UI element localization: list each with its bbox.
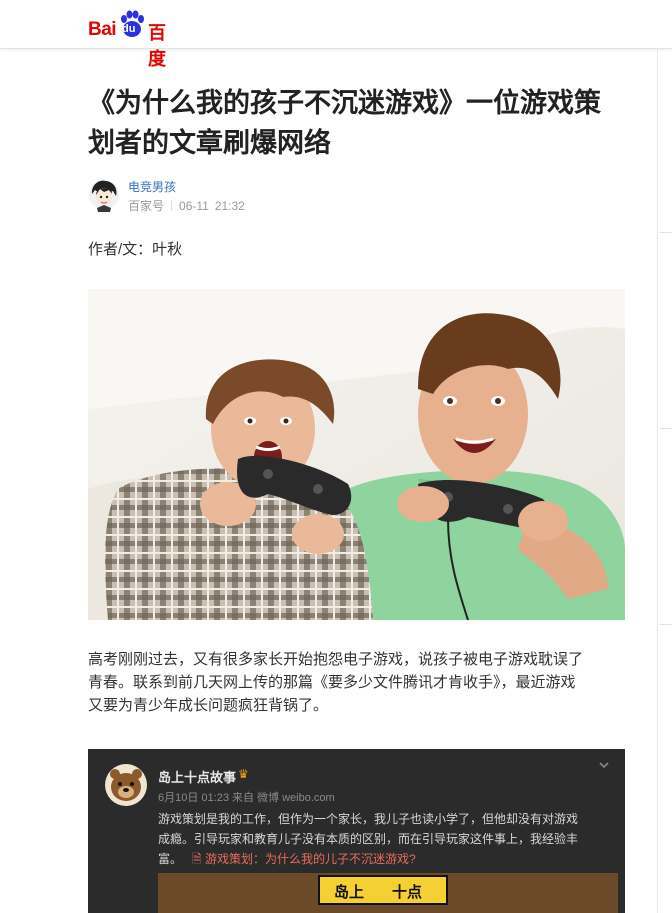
weibo-text-line: 成瘾。引导玩家和教育儿子没有本质的区别，而在引导玩家这件事上，我经验丰 (158, 832, 579, 846)
meta-divider (171, 200, 173, 211)
paragraph-line: 又要为青少年成长问题疯狂背锅了。 (88, 697, 329, 714)
chevron-down-icon (599, 762, 609, 769)
article-link-icon: 🗎 (185, 852, 206, 866)
weibo-text: 游戏策划是我的工作，但作为一个家长，我儿子也读小学了，但他却没有对游戏 成瘾。引… (158, 809, 608, 869)
weibo-screenshot: 岛上十点故事 ♛ 6月10日 01:23 来自 微博 weibo.com 游戏策… (88, 749, 625, 913)
scrollbar-tick (660, 428, 672, 429)
article-title-line: 划者的文章刷爆网络 (88, 128, 331, 159)
weibo-meta: 6月10日 01:23 来自 微博 weibo.com (158, 792, 335, 804)
banner-left-text: 岛上 (334, 884, 365, 901)
weibo-account-name: 岛上十点故事 (158, 770, 237, 785)
scrollbar-tick (660, 232, 672, 233)
author-meta: 百家号 06-11 21:32 (128, 197, 245, 214)
weibo-text-line: 游戏策划是我的工作，但作为一个家长，我儿子也读小学了，但他却没有对游戏 (158, 812, 579, 826)
crown-icon: ♛ (238, 767, 249, 781)
paragraph-line: 高考刚刚过去，又有很多家长开始抱怨电子游戏，说孩子被电子游戏耽误了 (88, 651, 584, 668)
weibo-text-tail: 富。 (158, 852, 183, 866)
author-name-link[interactable]: 电竞男孩 (128, 178, 176, 195)
author-avatar[interactable] (88, 178, 120, 212)
scrollbar-track[interactable] (657, 48, 658, 913)
article-title: 《为什么我的孩子不沉迷游戏》一位游戏策 划者的文章刷爆网络 (88, 84, 633, 164)
article-title-line: 《为什么我的孩子不沉迷游戏》一位游戏策 (88, 88, 601, 119)
scrollbar-tick (660, 624, 672, 625)
weibo-image: 岛上 十点 (158, 873, 618, 913)
weibo-text-line: 富。 🗎 游戏策划：为什么我的儿子不沉迷游戏? (158, 849, 608, 869)
paragraph-line: 青春。联系到前几天网上传的那篇《要多少文件腾讯才肯收手》，最近游戏 (88, 674, 576, 691)
bear-avatar-icon (105, 764, 147, 806)
top-bar: Bai du 百度 (0, 0, 672, 69)
article-photo (88, 289, 625, 620)
author-source: 百家号 (128, 199, 165, 213)
weibo-image-banner: 岛上 十点 (318, 875, 448, 905)
logo-bai-text: Bai (88, 19, 117, 40)
logo-du-text: du (122, 23, 136, 35)
weibo-article-link: 游戏策划：为什么我的儿子不沉迷游戏? (205, 852, 416, 866)
publish-date: 06-11 (179, 199, 209, 213)
article-byline: 作者/文：叶秋 (88, 241, 183, 258)
article-paragraph: 高考刚刚过去，又有很多家长开始抱怨电子游戏，说孩子被电子游戏耽误了 青春。联系到… (88, 648, 628, 717)
banner-right-text: 十点 (392, 884, 423, 901)
logo-chinese-text: 百度 (148, 23, 166, 69)
publish-time: 21:32 (214, 199, 245, 213)
